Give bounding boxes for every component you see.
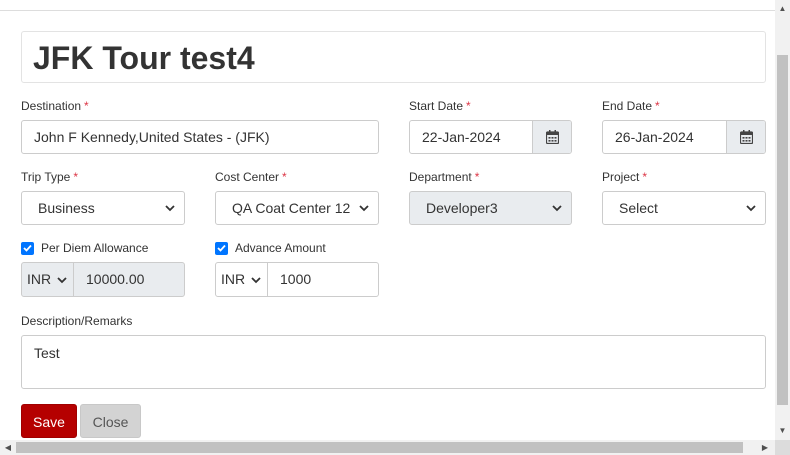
advance-checkbox[interactable] [215,241,228,255]
advance-label: Advance Amount [235,241,326,255]
description-textarea[interactable]: Test [21,335,766,389]
project-select[interactable]: Select [602,191,766,225]
department-label: Department * [409,170,479,184]
required-mark: * [84,99,89,113]
project-label: Project * [602,170,647,184]
end-date-value: 26-Jan-2024 [615,129,694,145]
start-date-label: Start Date * [409,99,471,113]
required-mark: * [282,170,287,184]
close-button[interactable]: Close [80,404,141,438]
department-value: Developer3 [426,200,498,216]
trip-type-label-text: Trip Type [21,170,71,184]
trip-type-label: Trip Type * [21,170,78,184]
horizontal-scrollbar[interactable]: ◀ ▶ [0,440,775,455]
per-diem-label: Per Diem Allowance [41,241,149,255]
cost-center-value: QA Coat Center 12 [232,200,351,216]
page-title: JFK Tour test4 [33,40,255,76]
cost-center-label: Cost Center * [215,170,287,184]
calendar-icon [739,130,753,144]
vertical-scrollbar[interactable]: ▲ ▼ [775,0,790,440]
advance-currency-value: INR [221,271,246,287]
department-select: Developer3 [409,191,572,225]
scrollbar-corner [775,440,790,455]
trip-type-select[interactable]: Business [21,191,185,225]
required-mark: * [73,170,79,184]
start-date-label-text: Start Date [409,99,464,113]
save-button[interactable]: Save [21,404,77,438]
per-diem-amount-value: 10000.00 [86,271,145,287]
check-icon [23,244,32,252]
cost-center-label-text: Cost Center [215,170,280,184]
per-diem-checkbox-row[interactable]: Per Diem Allowance [21,241,148,255]
chevron-down-icon [746,205,756,212]
advance-currency-select[interactable]: INR [215,262,268,297]
per-diem-currency-select[interactable]: INR [21,262,74,297]
scroll-right-arrow-icon[interactable]: ▶ [758,440,772,455]
project-label-text: Project [602,170,640,184]
description-label: Description/Remarks [21,314,133,328]
advance-checkbox-row[interactable]: Advance Amount [215,241,326,255]
destination-label: Destination * [21,99,89,113]
advance-amount-input[interactable]: 1000 [267,262,379,297]
end-date-label: End Date * [602,99,660,113]
trip-type-value: Business [38,200,95,216]
end-date-input[interactable]: 26-Jan-2024 [602,120,766,154]
project-value: Select [619,200,658,216]
chevron-down-icon [251,277,261,284]
description-value: Test [34,345,60,361]
required-mark: * [474,170,480,184]
chevron-down-icon [165,205,175,212]
end-date-label-text: End Date [602,99,653,113]
per-diem-checkbox[interactable] [21,241,34,255]
calendar-icon [545,130,559,144]
start-date-value: 22-Jan-2024 [422,129,501,145]
chevron-down-icon [359,205,369,212]
cost-center-select[interactable]: QA Coat Center 12 [215,191,379,225]
dialog-top-border [0,10,775,11]
destination-label-text: Destination [21,99,82,113]
destination-value: John F Kennedy,United States - (JFK) [34,129,270,145]
scroll-left-arrow-icon[interactable]: ◀ [1,440,15,455]
chevron-down-icon [57,277,67,284]
start-date-calendar-button[interactable] [532,121,571,153]
required-mark: * [466,99,471,113]
scroll-up-arrow-icon[interactable]: ▲ [775,2,790,16]
scroll-down-arrow-icon[interactable]: ▼ [775,424,790,438]
vertical-scroll-thumb[interactable] [777,55,788,405]
destination-input[interactable]: John F Kennedy,United States - (JFK) [21,120,379,154]
start-date-input[interactable]: 22-Jan-2024 [409,120,572,154]
advance-amount-value: 1000 [280,271,312,287]
required-mark: * [642,170,648,184]
chevron-down-icon [552,205,562,212]
end-date-calendar-button[interactable] [726,121,765,153]
horizontal-scroll-thumb[interactable] [16,442,743,453]
department-label-text: Department [409,170,472,184]
title-panel: JFK Tour test4 [21,31,766,83]
required-mark: * [655,99,660,113]
per-diem-currency-value: INR [27,271,52,287]
per-diem-amount-input: 10000.00 [73,262,185,297]
check-icon [217,244,226,252]
